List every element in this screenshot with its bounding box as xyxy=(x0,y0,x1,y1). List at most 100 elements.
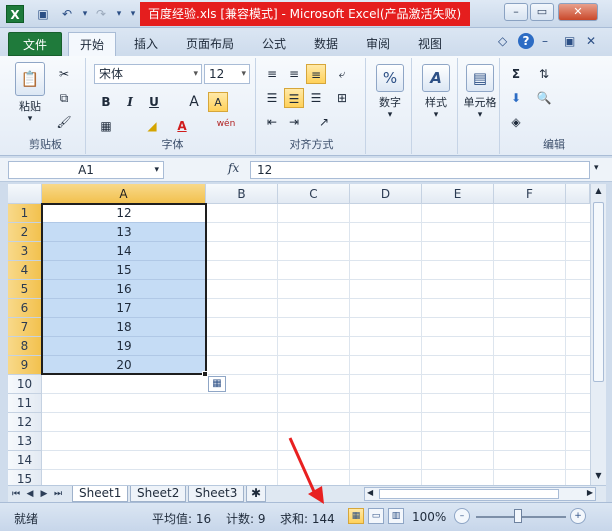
column-header-a[interactable]: A xyxy=(42,184,206,204)
name-box[interactable]: A1 ▾ xyxy=(8,161,164,179)
insert-sheet-icon[interactable]: ✱ xyxy=(246,486,267,502)
wrap-text-icon[interactable]: ⤶ xyxy=(332,64,352,84)
save-icon[interactable]: ▣ xyxy=(34,5,52,23)
tab-file[interactable]: 文件 xyxy=(8,32,62,56)
paste-button[interactable]: 📋 粘贴 ▾ xyxy=(12,62,48,124)
row-header-4[interactable]: 4 xyxy=(8,261,42,280)
last-sheet-icon[interactable]: ⏭ xyxy=(52,487,64,501)
cell-a1[interactable]: 12 xyxy=(42,204,206,223)
cell-a3[interactable]: 14 xyxy=(42,242,206,261)
row-header-9[interactable]: 9 xyxy=(8,356,42,375)
undo-icon[interactable]: ↶ xyxy=(58,5,76,23)
zoom-in-icon[interactable]: + xyxy=(570,508,586,524)
insert-function-icon[interactable]: fx xyxy=(228,161,244,179)
column-header-f[interactable]: F xyxy=(494,184,566,204)
maximize-button[interactable]: ▭ xyxy=(530,3,554,21)
formula-input[interactable]: 12 xyxy=(250,161,590,179)
format-painter-icon[interactable]: 🖌 xyxy=(54,112,74,132)
page-break-view-icon[interactable]: ▥ xyxy=(388,508,404,524)
scroll-left-icon[interactable]: ◀ xyxy=(367,488,373,497)
orientation-icon[interactable]: ↗ xyxy=(314,112,334,132)
first-sheet-icon[interactable]: ⏮ xyxy=(10,487,22,501)
font-size-dropdown-icon[interactable]: ▾ xyxy=(241,65,246,83)
worksheet-grid[interactable]: ABCDEF 1 2 3 4 5 6 7 8 9 10 11 12 13 14 15 12 13 14 15 16 1… xyxy=(8,184,590,485)
row-header-15[interactable]: 15 xyxy=(8,470,42,485)
cell-a6[interactable]: 17 xyxy=(42,299,206,318)
row-header-7[interactable]: 7 xyxy=(8,318,42,337)
column-header-e[interactable]: E xyxy=(422,184,494,204)
bold-button[interactable]: B xyxy=(96,92,116,112)
autosum-button[interactable]: Σ xyxy=(506,64,526,84)
column-header-c[interactable]: C xyxy=(278,184,350,204)
quick-analysis-icon[interactable]: ▦ xyxy=(208,376,226,392)
tab-data[interactable]: 数据 xyxy=(306,32,346,56)
italic-button[interactable]: I xyxy=(120,92,140,112)
row-header-6[interactable]: 6 xyxy=(8,299,42,318)
font-name-combo[interactable]: 宋体 ▾ xyxy=(94,64,202,84)
cell-a7[interactable]: 18 xyxy=(42,318,206,337)
excel-app-icon[interactable]: X xyxy=(6,5,24,23)
horizontal-scroll-thumb[interactable] xyxy=(379,489,559,499)
font-size-combo[interactable]: 12 ▾ xyxy=(204,64,250,84)
align-right-icon[interactable]: ☰ xyxy=(306,88,326,108)
next-sheet-icon[interactable]: ▶ xyxy=(38,487,50,501)
row-header-12[interactable]: 12 xyxy=(8,413,42,432)
tab-review[interactable]: 审阅 xyxy=(358,32,398,56)
find-select-icon[interactable]: 🔍 xyxy=(534,88,554,108)
minimize-ribbon-icon[interactable]: ◇ xyxy=(498,34,507,48)
zoom-level[interactable]: 100% xyxy=(412,510,446,524)
group-number[interactable]: % 数字 ▾ xyxy=(368,58,412,154)
sheet-tab-3[interactable]: Sheet3 xyxy=(188,486,245,502)
scroll-right-icon[interactable]: ▶ xyxy=(587,488,593,497)
grow-font-button[interactable]: A xyxy=(184,92,204,112)
column-header-d[interactable]: D xyxy=(350,184,422,204)
sort-filter-icon[interactable]: ⇅ xyxy=(534,64,554,84)
font-color-icon[interactable]: A xyxy=(172,116,192,136)
page-layout-view-icon[interactable]: ▭ xyxy=(368,508,384,524)
sheet-tab-1[interactable]: Sheet1 xyxy=(72,486,129,502)
select-all-corner[interactable] xyxy=(8,184,42,204)
align-left-icon[interactable]: ☰ xyxy=(262,88,282,108)
row-header-13[interactable]: 13 xyxy=(8,432,42,451)
zoom-slider-thumb[interactable] xyxy=(514,509,522,523)
expand-formula-icon[interactable]: ▾ xyxy=(594,163,599,173)
decrease-indent-icon[interactable]: ⇤ xyxy=(262,112,282,132)
clear-icon[interactable]: ◈ xyxy=(506,112,526,132)
tab-page-layout[interactable]: 页面布局 xyxy=(178,32,242,56)
name-box-dropdown-icon[interactable]: ▾ xyxy=(154,162,159,178)
scroll-down-icon[interactable]: ▼ xyxy=(593,471,604,483)
tab-view[interactable]: 视图 xyxy=(410,32,450,56)
workbook-minimize-icon[interactable]: – xyxy=(542,34,548,48)
cell-a9[interactable]: 20 xyxy=(42,356,206,375)
normal-view-icon[interactable]: ▦ xyxy=(348,508,364,524)
borders-icon[interactable]: ▦ xyxy=(96,116,116,136)
number-format-button[interactable]: % 数字 ▾ xyxy=(374,64,406,120)
align-bottom-icon[interactable]: ≡ xyxy=(306,64,326,84)
row-header-11[interactable]: 11 xyxy=(8,394,42,413)
cell-a8[interactable]: 19 xyxy=(42,337,206,356)
align-center-icon[interactable]: ☰ xyxy=(284,88,304,108)
prev-sheet-icon[interactable]: ◀ xyxy=(24,487,36,501)
styles-button[interactable]: A 样式 ▾ xyxy=(420,64,452,120)
row-header-14[interactable]: 14 xyxy=(8,451,42,470)
paste-dropdown-icon[interactable]: ▾ xyxy=(12,114,48,124)
tab-home[interactable]: 开始 xyxy=(68,32,116,56)
column-header-b[interactable]: B xyxy=(206,184,278,204)
tab-insert[interactable]: 插入 xyxy=(126,32,166,56)
zoom-out-icon[interactable]: – xyxy=(454,508,470,524)
sheet-tab-2[interactable]: Sheet2 xyxy=(130,486,187,502)
shrink-font-button[interactable]: A xyxy=(208,92,228,112)
row-header-1[interactable]: 1 xyxy=(8,204,42,223)
cell-a5[interactable]: 16 xyxy=(42,280,206,299)
minimize-button[interactable]: – xyxy=(504,3,528,21)
workbook-close-icon[interactable]: ✕ xyxy=(586,34,596,48)
underline-button[interactable]: U xyxy=(144,92,164,112)
align-middle-icon[interactable]: ≡ xyxy=(284,64,304,84)
cells-dropdown-icon[interactable]: ▾ xyxy=(460,110,500,120)
horizontal-scrollbar[interactable]: ◀ ▶ xyxy=(364,487,596,501)
cells-button[interactable]: ▤ 单元格 ▾ xyxy=(460,64,500,120)
vertical-scrollbar[interactable]: ▲ ▼ xyxy=(590,184,606,485)
tab-formulas[interactable]: 公式 xyxy=(254,32,294,56)
group-cells[interactable]: ▤ 单元格 ▾ xyxy=(460,58,500,154)
cell-a4[interactable]: 15 xyxy=(42,261,206,280)
